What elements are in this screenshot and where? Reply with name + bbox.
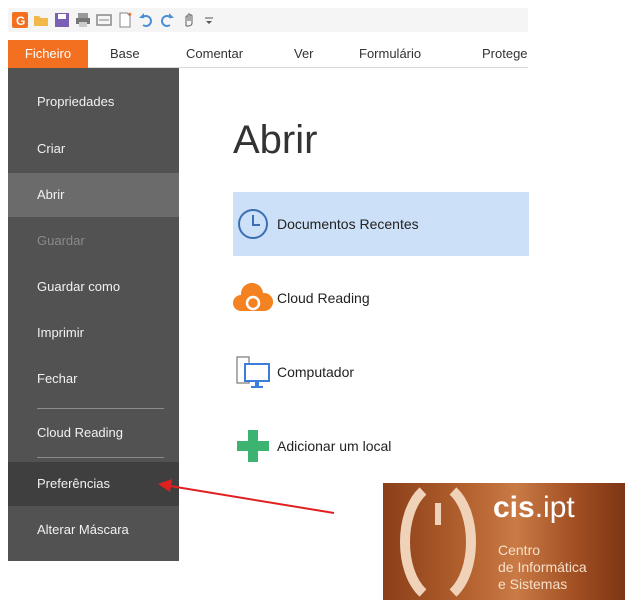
logo-line: de Informática [498,559,587,575]
logo-line: e Sistemas [498,576,568,592]
logo-line: Centro [498,542,541,558]
logo-brand: cis.ipt [493,491,575,524]
cis-ipt-logo: cis.ipt Centro de Informática e Sistemas [383,483,625,600]
